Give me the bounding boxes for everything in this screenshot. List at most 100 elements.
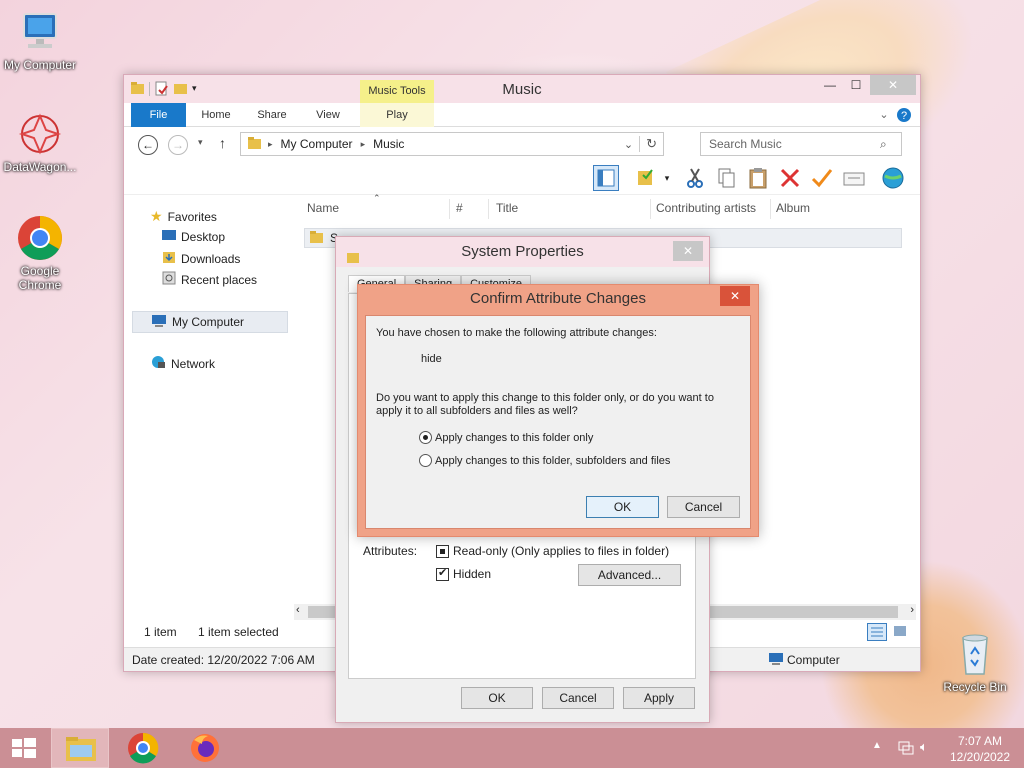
recycle-bin-icon [951,630,999,678]
recent-locations-icon[interactable]: ▾ [198,137,203,148]
large-icons-view-icon[interactable] [891,623,911,641]
desktop-icon-google-chrome[interactable]: Google Chrome [0,214,80,292]
expand-ribbon-icon[interactable]: ⌄ [876,103,892,127]
nav-label: Favorites [167,209,217,224]
scroll-left-icon[interactable]: ‹ [296,604,300,616]
network-status-icon[interactable] [897,739,915,760]
tab-home[interactable]: Home [194,103,238,127]
ok-button[interactable]: OK [586,496,659,518]
tab-view[interactable]: View [306,103,350,127]
desktop-icon-label: Google Chrome [18,264,62,292]
cut-icon[interactable] [682,165,708,191]
address-bar[interactable]: ▸ My Computer ▸ Music ⌄ ↻ [240,132,664,156]
breadcrumb-separator: ▸ [268,138,273,149]
up-button[interactable]: ↑ [219,135,226,151]
computer-icon [16,8,64,56]
clock-date[interactable]: 12/20/2022 [945,750,1015,764]
file-explorer-icon [66,737,96,761]
radio-folder-only[interactable] [419,431,432,444]
nav-downloads[interactable]: Downloads [162,250,240,267]
ribbon-tabs: File Home Share View Play ⌄ ? [124,103,920,127]
explorer-titlebar: ▾ Music Tools Music — ☐ ✕ [124,75,920,103]
paste-icon[interactable] [745,165,771,191]
option-folder-subfolders-files[interactable]: Apply changes to this folder, subfolders… [419,454,670,467]
preview-pane-icon[interactable] [593,165,619,191]
cancel-button[interactable]: Cancel [667,496,740,518]
readonly-checkbox-box[interactable] [436,544,449,558]
close-button[interactable]: ✕ [673,241,703,261]
status-selected-count: 1 item selected [198,625,279,639]
desktop-icon-recycle-bin[interactable]: Recycle Bin [935,630,1015,694]
dialog-titlebar: System Properties ✕ [336,237,709,267]
hidden-checkbox-box[interactable]: ✔ [436,567,449,581]
column-name[interactable]: Name [307,201,339,215]
search-input[interactable]: Search Music [700,132,902,156]
ok-button[interactable]: OK [461,687,533,709]
rename-check-icon[interactable] [809,165,835,191]
datawagon-icon [16,110,64,158]
windows-logo-icon [12,738,36,758]
scroll-right-icon[interactable]: › [910,604,914,616]
status-date-created: Date created: 12/20/2022 7:06 AM [132,653,315,667]
new-item-icon[interactable] [841,165,867,191]
nav-desktop[interactable]: Desktop [162,229,225,244]
cancel-button[interactable]: Cancel [542,687,614,709]
nav-favorites[interactable]: ★ Favorites [150,208,217,225]
start-button[interactable] [0,728,48,768]
clock-time[interactable]: 7:07 AM [945,734,1015,748]
tab-file[interactable]: File [131,103,186,127]
taskbar-file-explorer[interactable] [51,728,109,768]
option-folder-only[interactable]: Apply changes to this folder only [419,431,593,444]
close-button[interactable]: ✕ [870,75,916,95]
nav-my-computer[interactable]: My Computer [132,311,288,333]
forward-button[interactable]: → [168,135,188,155]
network-globe-icon[interactable] [880,165,906,191]
nav-label: My Computer [172,315,245,329]
tab-play[interactable]: Play [360,103,434,127]
volume-icon[interactable]: 🔈︎ [920,739,928,755]
refresh-icon[interactable]: ↻ [639,136,663,152]
nav-label: Downloads [181,251,241,266]
show-hidden-icons[interactable]: ▲ [872,740,882,751]
firefox-icon [191,734,219,762]
confirm-attribute-changes-dialog: Confirm Attribute Changes ✕ You have cho… [357,284,759,537]
apply-button[interactable]: Apply [623,687,695,709]
maximize-button[interactable]: ☐ [843,75,869,95]
column-title[interactable]: Title [496,201,518,215]
minimize-button[interactable]: — [817,75,843,95]
desktop-icon-label: Recycle Bin [943,680,1007,694]
nav-recent-places[interactable]: Recent places [162,271,257,288]
hidden-checkbox[interactable]: ✔ Hidden [436,567,491,581]
help-icon[interactable]: ? [896,103,912,127]
svg-text:?: ? [901,110,907,122]
toolbar-dropdown-icon[interactable]: ▾ [661,165,673,191]
change-text: hide [421,353,442,365]
radio-folder-subfolders-files[interactable] [419,454,432,467]
taskbar-chrome[interactable] [114,728,172,768]
readonly-checkbox[interactable]: Read-only (Only applies to files in fold… [436,544,669,558]
close-button[interactable]: ✕ [720,286,750,306]
breadcrumb-music[interactable]: Music [373,137,404,151]
breadcrumb-my-computer[interactable]: My Computer [281,137,353,151]
properties-icon[interactable] [633,165,659,191]
column-number[interactable]: # [456,201,463,215]
tab-share[interactable]: Share [250,103,294,127]
delete-icon[interactable] [777,165,803,191]
details-view-icon[interactable] [867,623,887,641]
nav-network[interactable]: Network [150,355,215,372]
chrome-icon [128,732,159,764]
desktop-icon [162,229,176,244]
network-icon [150,355,166,372]
column-album[interactable]: Album [776,201,810,215]
desktop-icon-datawagon[interactable]: DataWagon... [0,110,80,174]
dialog-titlebar: Confirm Attribute Changes ✕ [358,285,758,313]
taskbar-firefox[interactable] [176,728,234,768]
back-button[interactable]: ← [138,135,158,155]
column-divider [650,199,651,219]
column-contributing-artists[interactable]: Contributing artists [656,201,756,215]
copy-icon[interactable] [713,165,739,191]
advanced-button[interactable]: Advanced... [578,564,681,586]
recent-places-icon [162,271,176,288]
desktop-icon-my-computer[interactable]: My Computer [0,8,80,72]
address-dropdown-icon[interactable]: ⌄ [624,138,633,151]
